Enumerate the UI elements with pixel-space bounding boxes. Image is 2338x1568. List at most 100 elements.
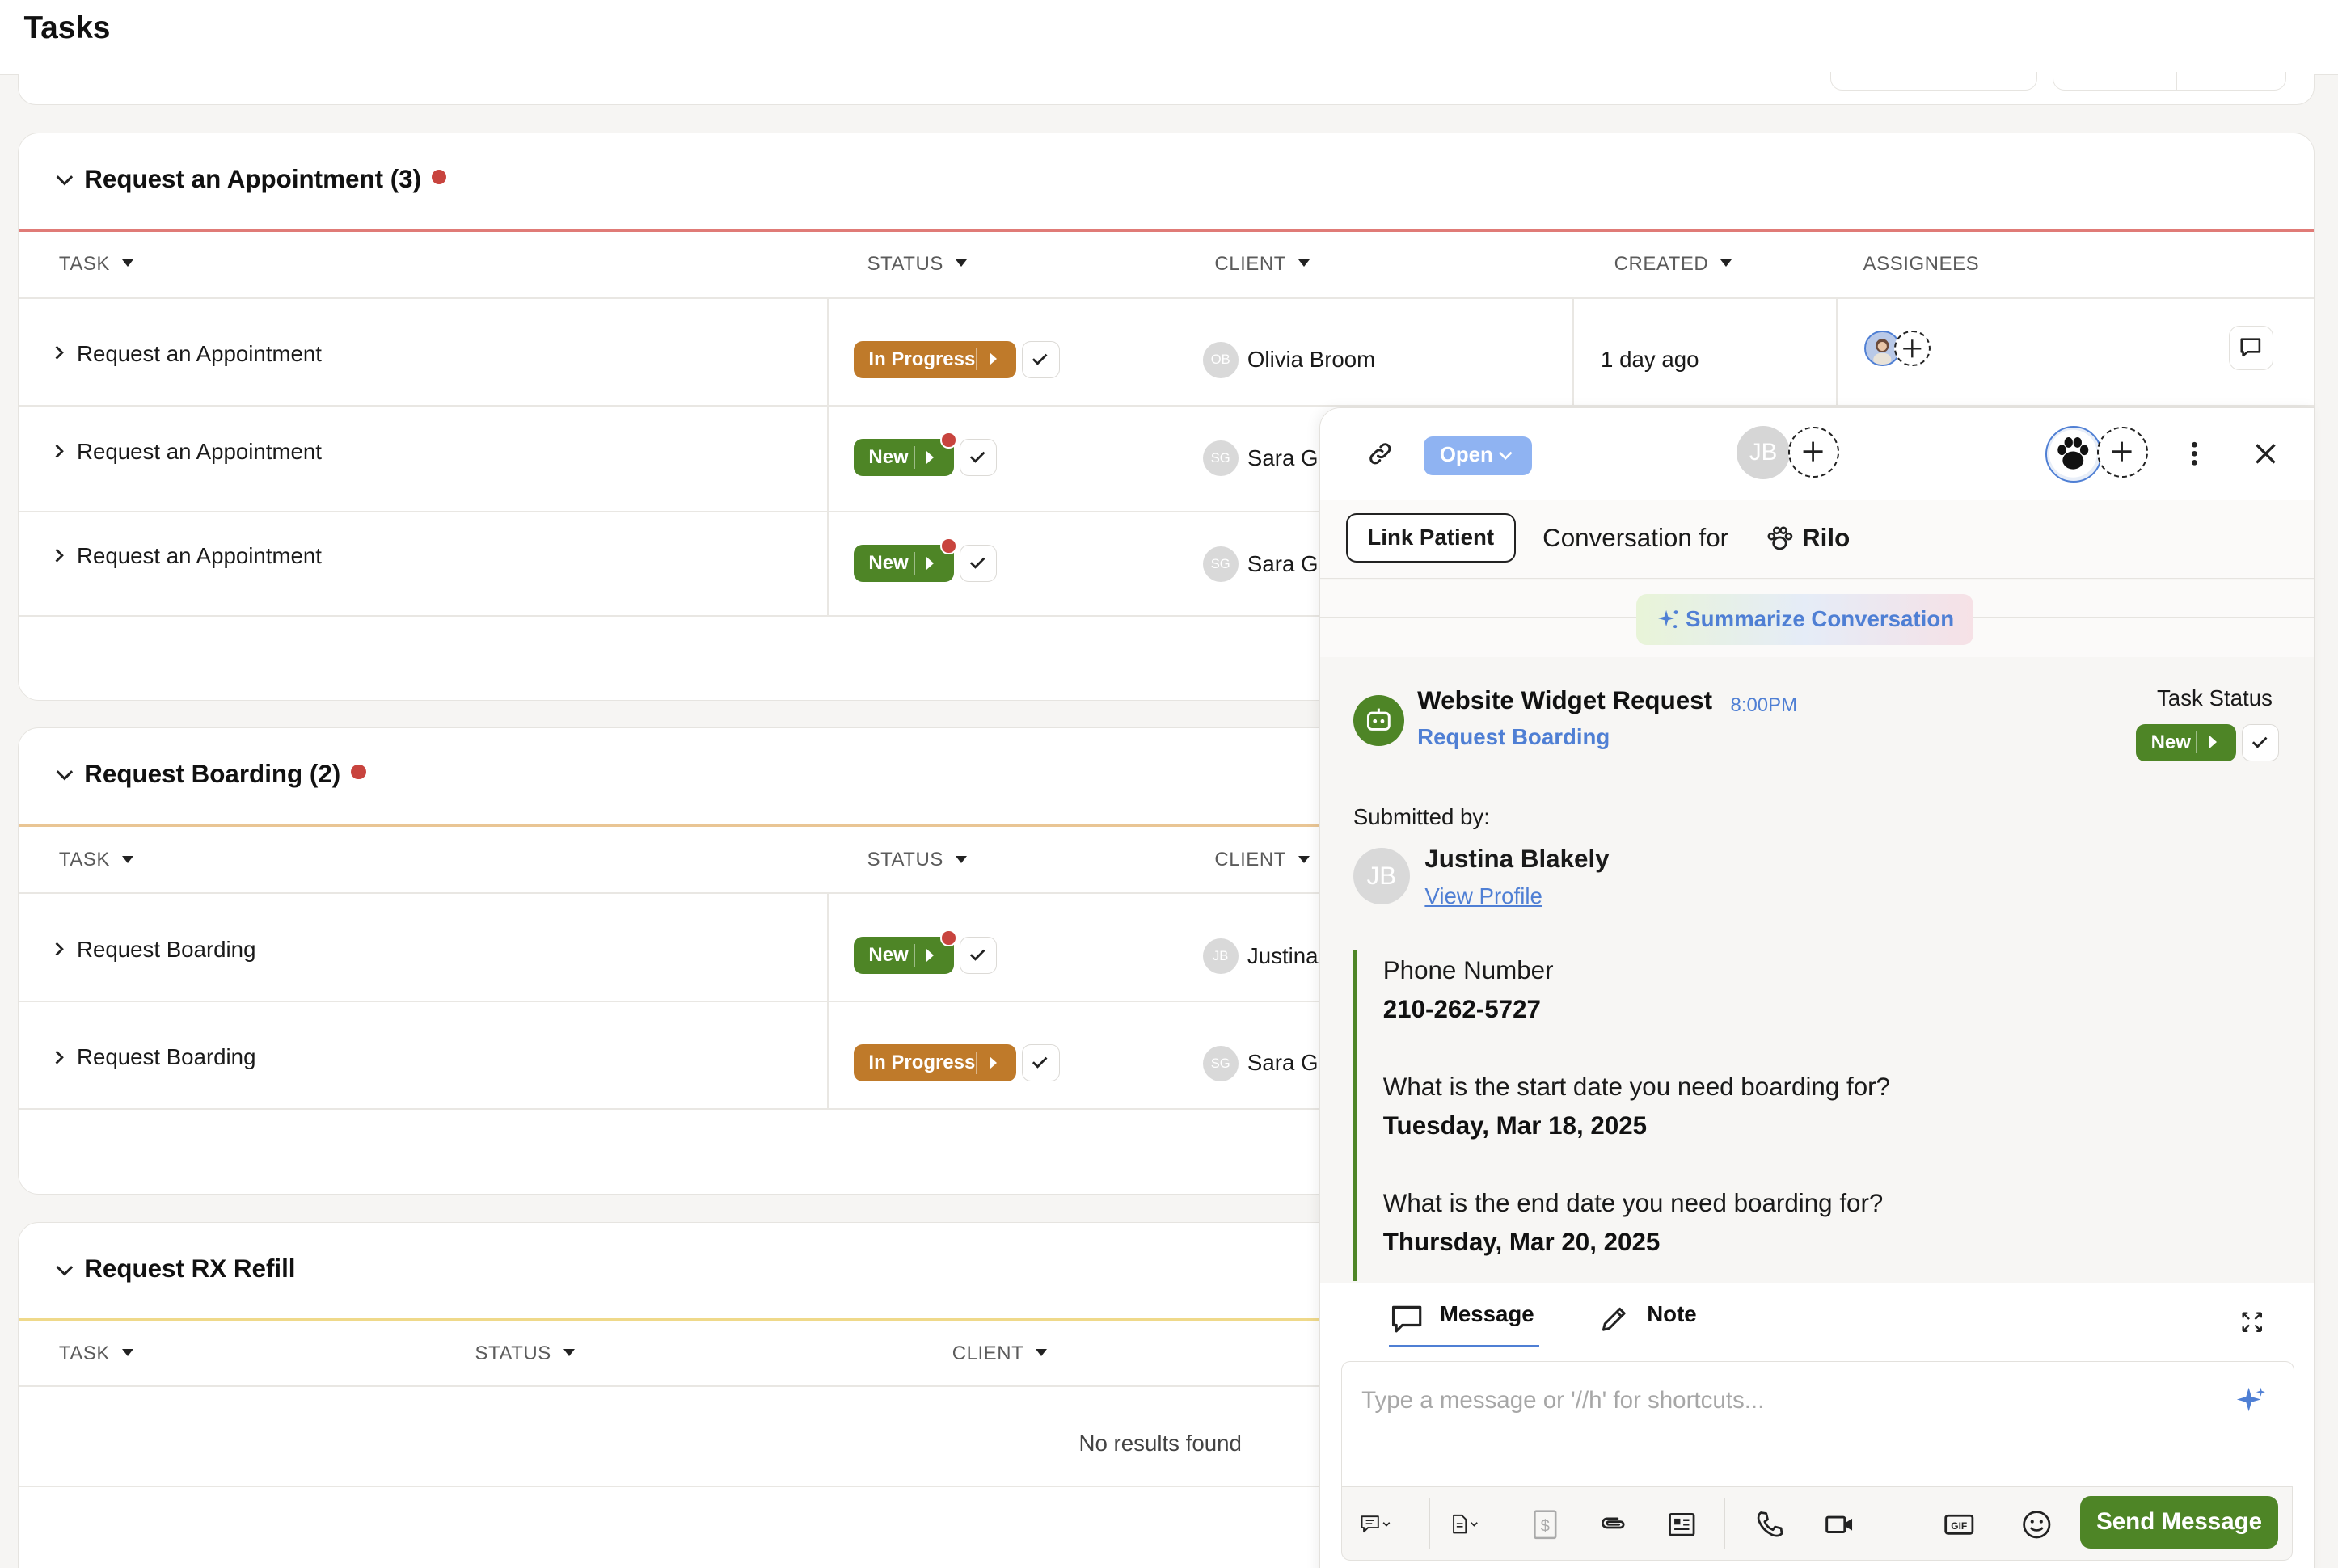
task-title[interactable]: Request an Appointment (77, 341, 322, 367)
column-header-client[interactable]: CLIENT (1214, 253, 1310, 276)
task-title[interactable]: Request Boarding (77, 1044, 255, 1070)
more-options-icon[interactable] (2180, 437, 2209, 470)
column-header-status[interactable]: STATUS (867, 849, 967, 871)
sparkle-icon (1658, 610, 1678, 629)
send-message-button[interactable]: Send Message (2079, 1496, 2279, 1549)
column-header-status[interactable]: STATUS (867, 253, 967, 276)
section-accent-line (19, 229, 2314, 232)
client-name[interactable]: Sara Gl (1247, 1050, 1323, 1076)
message-input[interactable]: Type a message or '//h' for shortcuts... (1341, 1361, 2294, 1487)
conversation-status-dropdown[interactable]: Open (1423, 436, 1533, 475)
chevron-right-icon[interactable] (52, 345, 66, 360)
alert-dot (431, 169, 447, 185)
document-icon[interactable] (1450, 1508, 1483, 1541)
chevron-down-icon[interactable] (54, 1259, 75, 1280)
status-pill[interactable]: New (853, 937, 954, 975)
client-avatar: OB (1202, 342, 1239, 378)
open-conversation-button[interactable] (2228, 326, 2273, 371)
column-header-client[interactable]: CLIENT (952, 1342, 1048, 1365)
message-icon[interactable] (1389, 1301, 1424, 1337)
status-pill[interactable]: In Progress (853, 340, 1017, 378)
request-time: 8:00PM (1730, 693, 1798, 716)
complete-checkbox[interactable] (959, 937, 998, 975)
chevron-down-icon[interactable] (54, 169, 75, 190)
column-header-task[interactable]: TASK (59, 1342, 133, 1365)
paw-avatar[interactable] (2045, 425, 2102, 483)
client-name[interactable]: Sara Gl (1247, 551, 1323, 577)
templates-icon[interactable] (1360, 1508, 1393, 1541)
phone-icon[interactable] (1754, 1508, 1787, 1541)
field-value: 210-262-5727 (1382, 995, 1541, 1024)
add-assignee-button[interactable] (1894, 330, 1931, 366)
expand-icon[interactable] (2240, 1310, 2264, 1334)
field-label: What is the start date you need boarding… (1382, 1073, 1890, 1102)
emoji-icon[interactable] (2020, 1508, 2053, 1541)
task-status-label: Task Status (2156, 685, 2273, 710)
robot-icon (1353, 695, 1404, 747)
client-name[interactable]: Olivia Broom (1247, 347, 1375, 373)
summarize-conversation-button[interactable]: Summarize Conversation (1636, 594, 1974, 645)
chevron-right-icon[interactable] (52, 1050, 66, 1065)
column-header-task[interactable]: TASK (59, 849, 133, 871)
summarize-row: Summarize Conversation (1320, 579, 2314, 657)
status-pill[interactable]: New (853, 545, 954, 583)
video-icon[interactable] (1824, 1508, 1857, 1541)
section-title: Request RX Refill (84, 1254, 296, 1283)
link-icon[interactable] (1364, 437, 1397, 470)
unread-dot (939, 432, 957, 449)
task-title[interactable]: Request Boarding (77, 937, 255, 963)
client-avatar: SG (1202, 440, 1239, 477)
task-status-pill[interactable]: New (2136, 723, 2236, 761)
column-header-status[interactable]: STATUS (475, 1342, 575, 1365)
section-title: Request an Appointment (3) (84, 164, 422, 193)
task-title[interactable]: Request an Appointment (77, 543, 322, 569)
tab-note[interactable]: Note (1647, 1301, 1696, 1327)
ai-sparkle-icon[interactable] (2235, 1385, 2268, 1418)
gif-icon[interactable]: GIF (1943, 1508, 1976, 1541)
chevron-right-icon[interactable] (52, 548, 66, 563)
chat-icon (2239, 338, 2260, 357)
complete-checkbox[interactable] (1022, 1044, 1060, 1082)
link-patient-button[interactable]: Link Patient (1345, 513, 1516, 563)
column-header-client[interactable]: CLIENT (1214, 849, 1310, 871)
form-icon[interactable] (1665, 1508, 1699, 1541)
view-profile-link[interactable]: View Profile (1424, 883, 1542, 909)
attachment-icon[interactable] (1597, 1508, 1630, 1541)
message-placeholder: Type a message or '//h' for shortcuts... (1361, 1387, 1765, 1414)
complete-checkbox[interactable] (1022, 340, 1060, 378)
tab-message[interactable]: Message (1440, 1301, 1534, 1327)
assignee-avatar[interactable]: JB (1736, 425, 1791, 480)
filter-bar-stub (18, 71, 2315, 106)
close-icon[interactable] (2251, 439, 2281, 469)
created-time: 1 day ago (1601, 346, 1699, 372)
chevron-down-icon[interactable] (54, 764, 75, 785)
conversation-panel: Open JB Link Patient Conversation for Ri… (1319, 407, 2315, 1568)
chevron-right-icon[interactable] (52, 444, 66, 458)
add-patient-button[interactable] (2097, 427, 2148, 478)
pencil-icon[interactable] (1597, 1303, 1631, 1336)
field-value: Tuesday, Mar 18, 2025 (1382, 1111, 1648, 1140)
filter-button[interactable] (1829, 71, 2038, 91)
complete-checkbox[interactable] (959, 439, 998, 477)
view-toggle[interactable] (2052, 71, 2287, 91)
section-header[interactable]: Request an Appointment (3) (19, 133, 2314, 229)
client-name[interactable]: Justina (1247, 943, 1319, 969)
status-pill[interactable]: In Progress (853, 1044, 1017, 1082)
field-value: Thursday, Mar 20, 2025 (1382, 1227, 1661, 1256)
conversation-for-label: Conversation for (1542, 524, 1729, 553)
status-pill[interactable]: New (853, 439, 954, 477)
add-assignee-button[interactable] (1788, 427, 1840, 478)
page-header: Tasks (0, 0, 2338, 76)
client-name[interactable]: Sara Gl (1247, 445, 1323, 471)
task-complete-checkbox[interactable] (2242, 723, 2280, 761)
chevron-right-icon[interactable] (52, 942, 66, 956)
task-title[interactable]: Request an Appointment (77, 439, 322, 465)
section-title: Request Boarding (2) (84, 759, 341, 788)
invoice-icon[interactable]: $ (1529, 1508, 1562, 1541)
request-type-link[interactable]: Request Boarding (1417, 724, 1610, 750)
patient-name[interactable]: Rilo (1802, 524, 1850, 553)
column-header-created[interactable]: CREATED (1614, 253, 1732, 276)
complete-checkbox[interactable] (959, 545, 998, 583)
paw-icon (2049, 429, 2097, 478)
column-header-task[interactable]: TASK (59, 253, 133, 276)
